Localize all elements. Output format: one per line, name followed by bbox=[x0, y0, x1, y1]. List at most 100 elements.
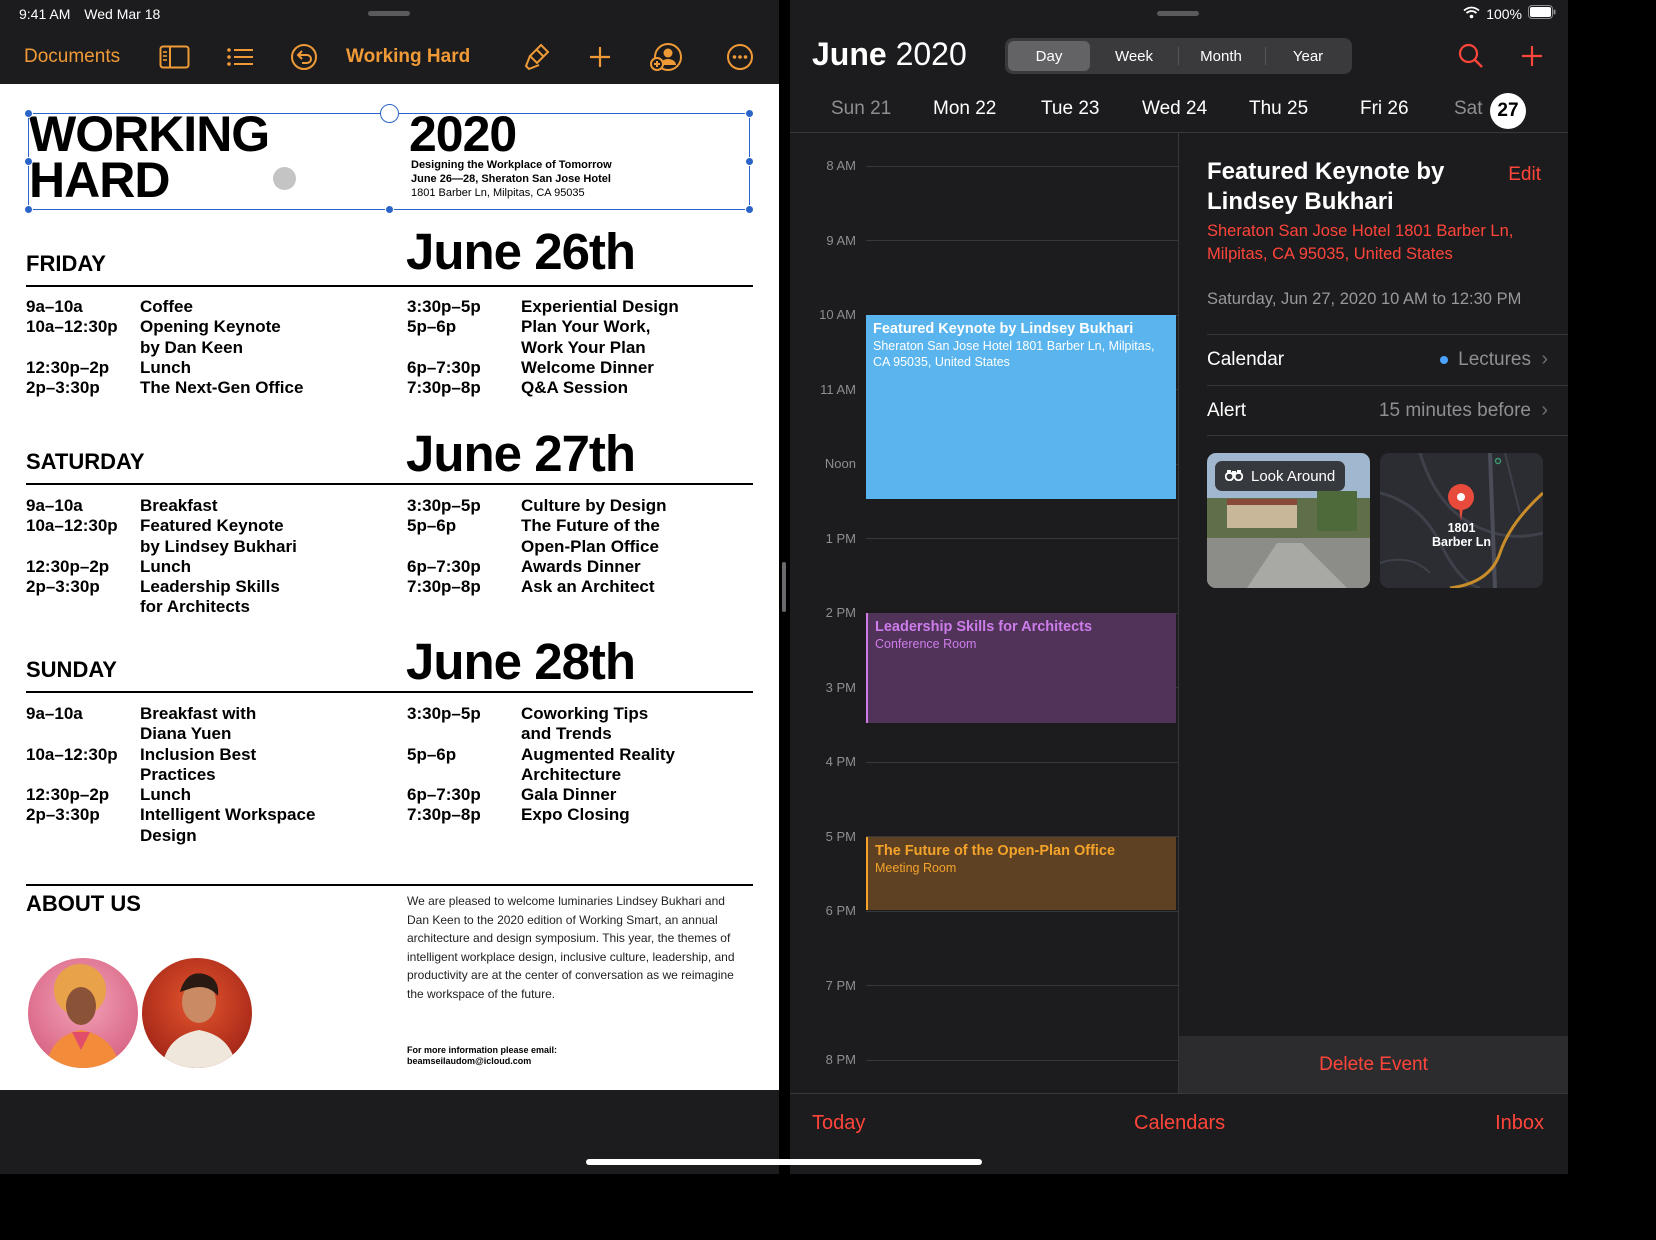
view-day-tab[interactable]: Day bbox=[1008, 41, 1090, 71]
status-bar-right: 100% bbox=[1463, 5, 1556, 22]
search-icon[interactable] bbox=[1458, 43, 1484, 74]
text-cursor-dot[interactable] bbox=[273, 167, 296, 190]
date-heading-friday: June 26th bbox=[406, 223, 636, 280]
hour-line bbox=[866, 911, 1178, 912]
multitask-grabber[interactable] bbox=[1157, 11, 1199, 16]
about-text: We are pleased to welcome luminaries Lin… bbox=[407, 894, 735, 1001]
look-around-preview[interactable]: Look Around bbox=[1207, 453, 1370, 588]
hour-line bbox=[866, 985, 1178, 986]
section-rule bbox=[26, 285, 753, 287]
selection-handle[interactable] bbox=[24, 157, 33, 166]
event-featured-keynote[interactable]: Featured Keynote by Lindsey Bukhari Sher… bbox=[866, 315, 1176, 499]
pages-app: 9:41 AM Wed Mar 18 Documents Working Har… bbox=[0, 0, 779, 1174]
view-month-tab[interactable]: Month bbox=[1180, 41, 1262, 71]
map-preview[interactable]: 1801 Barber Ln bbox=[1380, 453, 1543, 588]
event-location: Sheraton San Jose Hotel 1801 Barber Ln, … bbox=[873, 339, 1155, 369]
event-detail-panel: Featured Keynote by Lindsey Bukhari Edit… bbox=[1179, 133, 1568, 1093]
date-heading-saturday: June 27th bbox=[406, 425, 636, 482]
hour-label: Noon bbox=[824, 456, 856, 471]
detail-location-link[interactable]: Sheraton San Jose Hotel 1801 Barber Ln, … bbox=[1207, 220, 1547, 266]
hour-line bbox=[866, 166, 1178, 167]
hour-label: 3 PM bbox=[825, 680, 856, 695]
documents-button[interactable]: Documents bbox=[24, 30, 120, 84]
inbox-button[interactable]: Inbox bbox=[1495, 1112, 1544, 1135]
document-canvas[interactable]: WORKING HARD 2020 Designing the Workplac… bbox=[0, 84, 779, 1090]
status-bar-left: 9:41 AM Wed Mar 18 bbox=[19, 6, 170, 22]
selection-handle[interactable] bbox=[24, 109, 33, 118]
view-year-tab[interactable]: Year bbox=[1267, 41, 1349, 71]
sidebar-icon[interactable] bbox=[159, 30, 190, 84]
selection-handle[interactable] bbox=[24, 205, 33, 214]
about-heading: ABOUT US bbox=[26, 891, 141, 916]
view-week-tab[interactable]: Week bbox=[1093, 41, 1175, 71]
event-location: Meeting Room bbox=[875, 861, 957, 875]
split-view-handle[interactable] bbox=[782, 562, 786, 612]
day-fri-26[interactable]: Fri 26 bbox=[1360, 98, 1409, 120]
selection-handle[interactable] bbox=[745, 157, 754, 166]
today-button[interactable]: Today bbox=[812, 1112, 865, 1135]
view-switcher: Day Week Month Year bbox=[1005, 38, 1352, 74]
selection-handle[interactable] bbox=[745, 109, 754, 118]
day-tue-23[interactable]: Tue 23 bbox=[1041, 98, 1099, 120]
hour-label: 9 AM bbox=[826, 233, 856, 248]
list-icon[interactable] bbox=[226, 30, 254, 84]
hour-label: 6 PM bbox=[825, 903, 856, 918]
home-indicator[interactable] bbox=[586, 1159, 982, 1165]
calendar-title: June 2020 bbox=[812, 36, 967, 73]
look-around-button[interactable]: Look Around bbox=[1215, 461, 1346, 491]
day-thu-25[interactable]: Thu 25 bbox=[1249, 98, 1308, 120]
friday-left-times: 9a–10a 10a–12:30p 12:30p–2p 2p–3:30p bbox=[26, 297, 118, 398]
add-icon[interactable] bbox=[588, 30, 612, 84]
event-leadership-skills[interactable]: Leadership Skills for Architects Confere… bbox=[866, 613, 1176, 723]
calendar-row-value: Lectures bbox=[1458, 348, 1531, 370]
section-rule bbox=[26, 483, 753, 485]
wifi-icon bbox=[1463, 6, 1480, 22]
calendar-year: 2020 bbox=[895, 36, 967, 72]
day-timeline[interactable]: 8 AM 9 AM 10 AM 11 AM Noon 1 PM 2 PM 3 P… bbox=[790, 133, 1178, 1093]
map-pin-label: 1801 Barber Ln bbox=[1431, 521, 1492, 549]
day-wed-24[interactable]: Wed 24 bbox=[1142, 98, 1207, 120]
hour-label: 10 AM bbox=[819, 307, 856, 322]
saturday-right-times: 3:30p–5p 5p–6p 6p–7:30p 7:30p–8p bbox=[407, 496, 481, 597]
day-mon-22[interactable]: Mon 22 bbox=[933, 98, 996, 120]
edit-button[interactable]: Edit bbox=[1508, 164, 1541, 186]
hour-line bbox=[866, 1060, 1178, 1061]
speaker-photo-dan bbox=[142, 958, 252, 1068]
alert-row-value: 15 minutes before bbox=[1378, 399, 1531, 421]
week-day-strip: Sun 21 Mon 22 Tue 23 Wed 24 Thu 25 Fri 2… bbox=[790, 90, 1568, 130]
calendar-row-label: Calendar bbox=[1207, 348, 1285, 370]
segment-divider bbox=[1265, 47, 1266, 65]
saturday-left-times: 9a–10a 10a–12:30p 12:30p–2p 2p–3:30p bbox=[26, 496, 118, 597]
paintbrush-icon[interactable] bbox=[523, 30, 551, 84]
documents-label: Documents bbox=[24, 46, 121, 67]
alert-row[interactable]: Alert 15 minutes before › bbox=[1207, 385, 1568, 435]
selected-day-27[interactable]: 27 bbox=[1490, 93, 1526, 129]
more-icon[interactable] bbox=[726, 30, 754, 84]
detail-title: Featured Keynote by Lindsey Bukhari bbox=[1207, 158, 1445, 215]
hour-line bbox=[866, 240, 1178, 241]
day-sun-21[interactable]: Sun 21 bbox=[831, 98, 891, 120]
day-sat[interactable]: Sat bbox=[1454, 98, 1483, 120]
contact-info: For more information please email: beams… bbox=[407, 1045, 557, 1067]
sunday-right-events: Coworking Tips and Trends Augmented Real… bbox=[521, 704, 675, 825]
calendar-row[interactable]: Calendar Lectures › bbox=[1207, 334, 1568, 384]
selection-box[interactable] bbox=[28, 113, 750, 210]
hour-label: 2 PM bbox=[825, 605, 856, 620]
event-title: Leadership Skills for Architects bbox=[875, 619, 1093, 635]
saturday-right-events: Culture by Design The Future of the Open… bbox=[521, 496, 667, 597]
collaborate-icon[interactable] bbox=[650, 30, 684, 84]
multitask-grabber[interactable] bbox=[368, 11, 410, 16]
day-heading-sunday: SUNDAY bbox=[26, 657, 117, 682]
contact-email: beamseilaudom@icloud.com bbox=[407, 1056, 532, 1066]
undo-icon[interactable] bbox=[290, 30, 318, 84]
rotation-handle[interactable] bbox=[380, 104, 399, 123]
calendars-button[interactable]: Calendars bbox=[1134, 1112, 1225, 1135]
selection-handle[interactable] bbox=[385, 205, 394, 214]
calendar-app: 100% June 2020 Day Week Month Year Sun 2… bbox=[790, 0, 1568, 1174]
event-title: The Future of the Open-Plan Office bbox=[875, 843, 1116, 859]
add-event-icon[interactable] bbox=[1521, 45, 1543, 72]
delete-event-button[interactable]: Delete Event bbox=[1179, 1036, 1568, 1093]
selection-handle[interactable] bbox=[745, 205, 754, 214]
document-title[interactable]: Working Hard bbox=[346, 30, 470, 84]
event-open-plan-office[interactable]: The Future of the Open-Plan Office Meeti… bbox=[866, 837, 1176, 910]
